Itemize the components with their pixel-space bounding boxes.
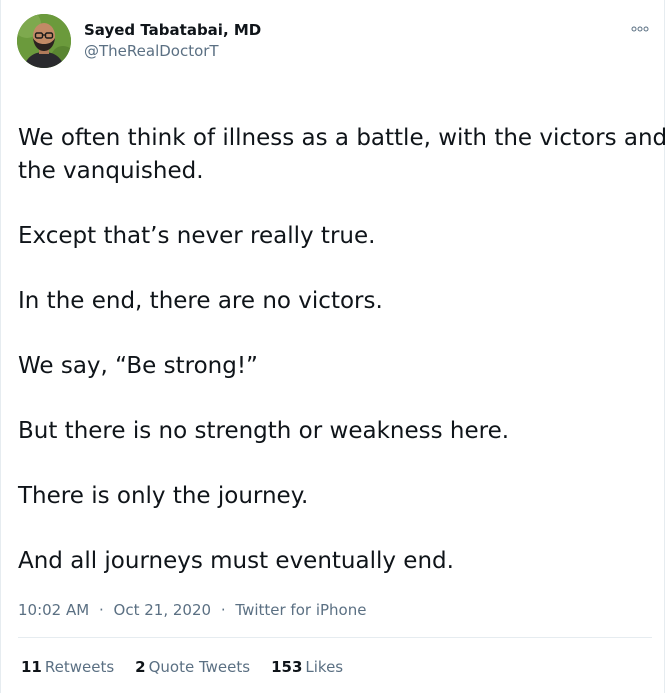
- likes-stat[interactable]: 153 Likes: [271, 657, 343, 677]
- avatar-photo-icon: [17, 14, 71, 68]
- tweet-line: In the end, there are no victors.: [18, 288, 383, 314]
- quote-tweets-stat[interactable]: 2 Quote Tweets: [135, 657, 250, 677]
- tweet-line: the vanquished.: [18, 158, 204, 184]
- tweet-date[interactable]: Oct 21, 2020: [114, 601, 212, 619]
- more-options-button[interactable]: [628, 22, 652, 36]
- meta-separator: ·: [98, 601, 104, 619]
- author-handle[interactable]: @TheRealDoctorT: [84, 41, 219, 61]
- retweets-stat[interactable]: 11 Retweets: [21, 657, 114, 677]
- quote-tweets-count: 2: [135, 658, 146, 676]
- tweet-meta: 10:02 AM · Oct 21, 2020 · Twitter for iP…: [18, 600, 366, 620]
- tweet-time[interactable]: 10:02 AM: [18, 601, 89, 619]
- tweet-source[interactable]: Twitter for iPhone: [235, 601, 366, 619]
- author-avatar[interactable]: [17, 14, 71, 68]
- tweet-card: Sayed Tabatabai, MD @TheRealDoctorT We o…: [0, 0, 665, 693]
- meta-separator: ·: [220, 601, 226, 619]
- tweet-text: We often think of illness as a battle, w…: [18, 122, 665, 578]
- tweet-line: Except that’s never really true.: [18, 223, 376, 249]
- quote-tweets-label: Quote Tweets: [148, 658, 251, 676]
- retweets-count: 11: [21, 658, 42, 676]
- tweet-stats: 11 Retweets 2 Quote Tweets 153 Likes: [21, 657, 343, 677]
- likes-label: Likes: [305, 658, 344, 676]
- author-name[interactable]: Sayed Tabatabai, MD: [84, 20, 261, 40]
- more-options-icon: [631, 26, 649, 32]
- tweet-line: We often think of illness as a battle, w…: [18, 125, 665, 151]
- tweet-line: But there is no strength or weakness her…: [18, 418, 510, 444]
- likes-count: 153: [271, 658, 303, 676]
- tweet-line: There is only the journey.: [18, 483, 309, 509]
- tweet-line: And all journeys must eventually end.: [18, 548, 454, 574]
- retweets-label: Retweets: [44, 658, 115, 676]
- divider: [18, 637, 652, 638]
- tweet-line: We say, “Be strong!”: [18, 353, 258, 379]
